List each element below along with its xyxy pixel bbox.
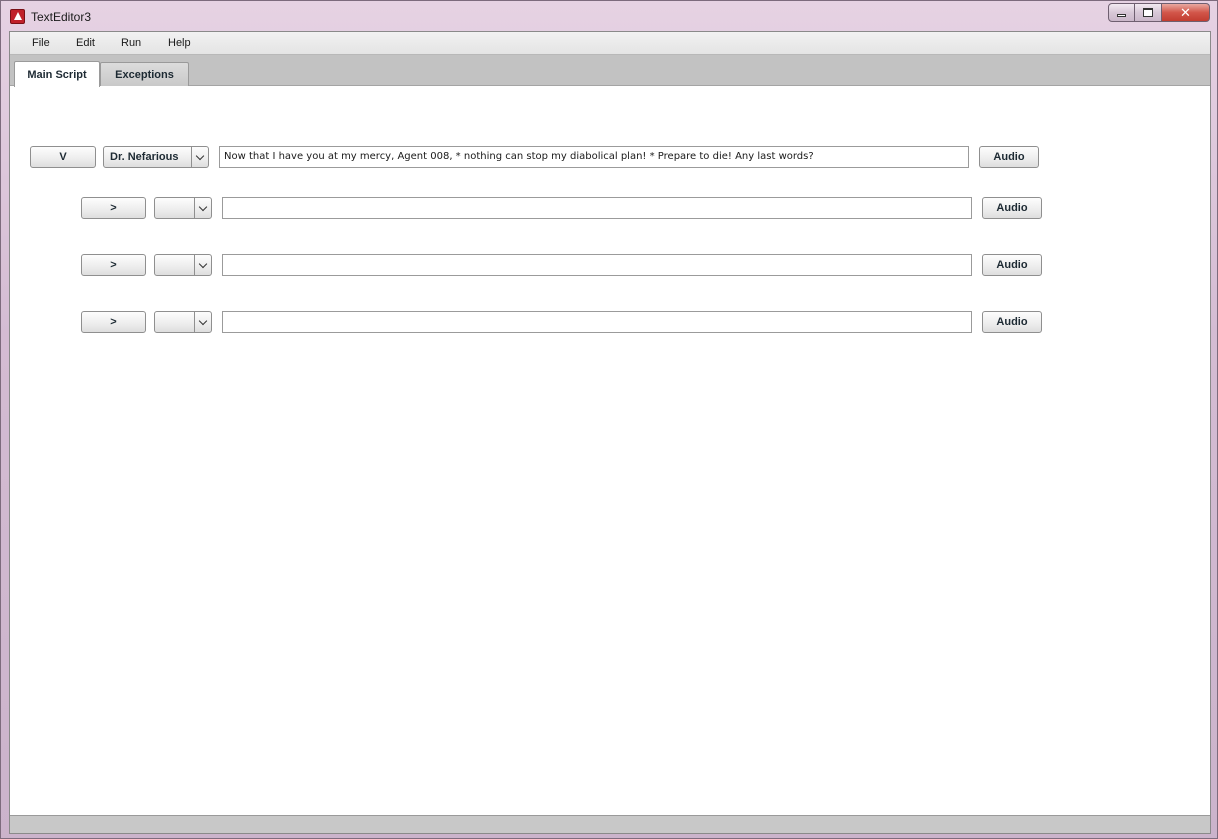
speaker-label [155,198,161,218]
window-title: TextEditor3 [31,10,92,24]
menu-run[interactable]: Run [121,37,141,49]
line-input[interactable] [222,254,972,276]
menu-bar: File Edit Run Help [10,32,1210,55]
main-script-panel: V Dr. Nefarious Now that I have you at m… [10,87,1210,815]
audio-button[interactable]: Audio [979,146,1039,168]
menu-edit[interactable]: Edit [76,37,95,49]
maximize-button[interactable] [1135,3,1162,22]
line-input[interactable] [222,197,972,219]
chevron-down-icon [191,147,208,167]
audio-button[interactable]: Audio [982,254,1042,276]
line-input[interactable]: Now that I have you at my mercy, Agent 0… [219,146,969,168]
speaker-dropdown[interactable] [154,197,212,219]
speaker-label: Dr. Nefarious [110,151,179,163]
chevron-down-icon [194,198,211,218]
audio-button[interactable]: Audio [982,311,1042,333]
row-toggle-button[interactable]: V [30,146,96,168]
menu-file[interactable]: File [32,37,50,49]
audio-button[interactable]: Audio [982,197,1042,219]
app-icon [10,9,25,24]
row-expand-button[interactable]: > [81,254,146,276]
speaker-dropdown[interactable] [154,311,212,333]
chevron-down-icon [194,255,211,275]
close-button[interactable]: ✕ [1162,3,1210,22]
minimize-button[interactable] [1108,3,1135,22]
speaker-label [155,255,161,275]
tab-bar: Main Script Exceptions [10,55,1210,87]
speaker-dropdown[interactable] [154,254,212,276]
line-input[interactable] [222,311,972,333]
menu-help[interactable]: Help [168,37,191,49]
tab-main-script[interactable]: Main Script [14,61,100,87]
status-bar [10,815,1210,833]
maximize-icon [1143,8,1153,17]
minimize-icon [1117,14,1126,17]
chevron-down-icon [194,312,211,332]
speaker-dropdown[interactable]: Dr. Nefarious [103,146,209,168]
window-controls: ✕ [1108,3,1210,23]
tab-exceptions[interactable]: Exceptions [100,62,189,86]
close-icon: ✕ [1180,4,1191,20]
row-expand-button[interactable]: > [81,311,146,333]
speaker-label [155,312,161,332]
window-frame: TextEditor3 ✕ File Edit Run Help Main Sc… [0,0,1218,839]
row-expand-button[interactable]: > [81,197,146,219]
client-area: File Edit Run Help Main Script Exception… [9,31,1211,834]
title-bar[interactable]: TextEditor3 ✕ [1,1,1217,31]
